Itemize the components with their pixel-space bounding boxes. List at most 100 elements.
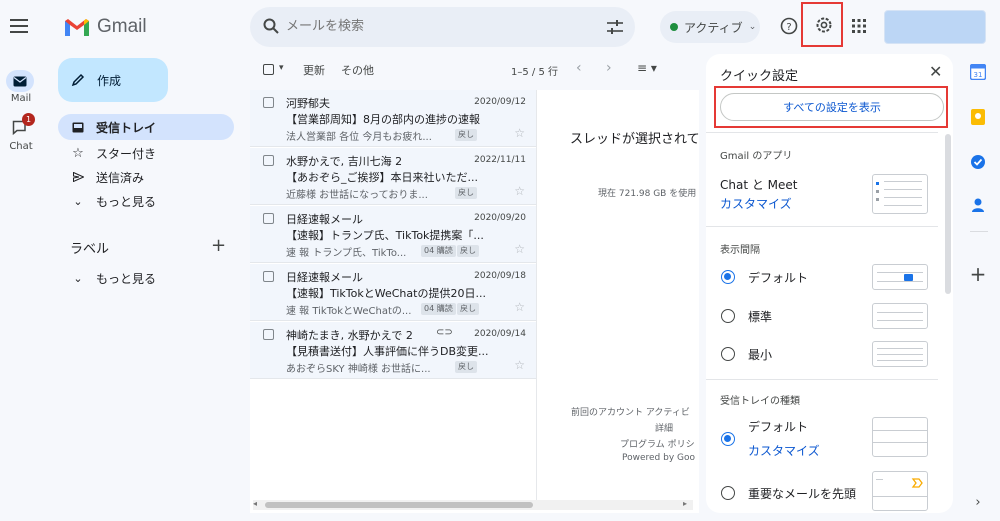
list-item[interactable]: 河野郁夫 2020/09/12 【営業部周知】8月の部内の進捗の速報 法人営業部… bbox=[250, 90, 536, 147]
list-item[interactable]: 神崎たまき, 水野かえで 2 ⊂⊃ 2020/09/14 【見積書送付】人事評価… bbox=[250, 322, 536, 379]
nav-item-sent[interactable]: 送信済み bbox=[58, 164, 234, 190]
email-snippet: 近藤様 お世話になっておりま... bbox=[286, 190, 428, 201]
select-dropdown-icon[interactable]: ▾ bbox=[279, 63, 284, 73]
gmail-logo[interactable]: Gmail bbox=[64, 14, 147, 40]
star-icon[interactable]: ☆ bbox=[514, 358, 525, 372]
scroll-left-icon[interactable]: ◂ bbox=[253, 499, 257, 508]
keep-icon[interactable] bbox=[966, 105, 990, 129]
expand-side-panel-icon[interactable]: › bbox=[966, 490, 990, 514]
nav-label: もっと見る bbox=[96, 271, 157, 286]
nav-label: 受信トレイ bbox=[96, 120, 157, 135]
last-activity-text: 前回のアカウント アクティビ bbox=[571, 408, 690, 418]
nav-label: 送信済み bbox=[96, 170, 145, 185]
status-selector[interactable]: アクティブ ⌄ bbox=[660, 11, 760, 43]
labels-more[interactable]: ⌄ もっと見る bbox=[58, 265, 234, 291]
inbox-type-heading: 受信トレイの種類 bbox=[720, 396, 800, 407]
chevron-down-icon: ⌄ bbox=[73, 271, 83, 285]
tasks-icon[interactable] bbox=[966, 150, 990, 174]
inbox-important-first-radio[interactable] bbox=[721, 486, 735, 500]
density-compact-preview bbox=[872, 341, 928, 367]
pane-divider[interactable] bbox=[536, 90, 537, 500]
label-tag: 戻し bbox=[455, 361, 477, 373]
app-name: Gmail bbox=[97, 16, 147, 37]
search-icon[interactable] bbox=[260, 15, 282, 37]
refresh-button[interactable]: 更新 bbox=[303, 62, 325, 78]
density-option-label: 標準 bbox=[748, 310, 773, 324]
search-options-icon[interactable] bbox=[604, 16, 626, 38]
nav-item-inbox[interactable]: 受信トレイ bbox=[58, 114, 234, 140]
get-addons-icon[interactable]: + bbox=[966, 262, 990, 286]
inbox-important-first-label: 重要なメールを先頭 bbox=[748, 487, 857, 501]
nav-item-starred[interactable]: ☆ スター付き bbox=[58, 140, 234, 166]
email-snippet: 速 報 TikTokとWeChatの... bbox=[286, 306, 412, 317]
star-icon[interactable]: ☆ bbox=[514, 300, 525, 314]
next-page-icon[interactable]: › bbox=[606, 60, 612, 76]
close-icon[interactable]: ✕ bbox=[929, 62, 942, 81]
split-pane-icon[interactable]: ≡ ▾ bbox=[637, 61, 657, 75]
status-label: アクティブ bbox=[684, 20, 743, 35]
add-label-icon[interactable]: + bbox=[211, 235, 226, 256]
divider bbox=[706, 226, 938, 227]
list-item[interactable]: 日経速報メール 2020/09/18 【速報】TikTokとWeChatの提供2… bbox=[250, 264, 536, 321]
email-subject: 【営業部周知】8月の部内の進捗の速報 bbox=[286, 113, 480, 126]
quick-settings-scrollbar[interactable] bbox=[945, 134, 951, 294]
details-link[interactable]: 詳細 bbox=[655, 421, 673, 434]
list-item[interactable]: 水野かえで, 吉川七海 2 2022/11/11 【あおぞら_ご挨拶】本日来社い… bbox=[250, 148, 536, 205]
pencil-icon bbox=[71, 73, 85, 87]
mail-rail-button[interactable] bbox=[6, 70, 34, 92]
help-icon[interactable]: ? bbox=[778, 15, 800, 37]
inbox-customize-link[interactable]: カスタマイズ bbox=[748, 442, 820, 459]
account-avatar[interactable] bbox=[884, 10, 986, 44]
search-input[interactable] bbox=[286, 12, 586, 40]
row-checkbox[interactable] bbox=[263, 155, 274, 166]
page-range: 1–5 / 5 行 bbox=[511, 67, 558, 78]
compose-button[interactable]: 作成 bbox=[58, 58, 168, 102]
select-all-checkbox[interactable] bbox=[263, 64, 274, 75]
inbox-default-radio[interactable] bbox=[721, 432, 735, 446]
star-icon[interactable]: ☆ bbox=[514, 184, 525, 198]
prev-page-icon[interactable]: ‹ bbox=[576, 60, 582, 76]
calendar-icon[interactable]: 31 bbox=[966, 60, 990, 84]
status-dot-icon bbox=[670, 23, 678, 31]
email-date: 2020/09/14 bbox=[474, 329, 526, 339]
label-tag: 04 購読 bbox=[421, 245, 456, 257]
star-icon[interactable]: ☆ bbox=[514, 242, 525, 256]
scrollbar-thumb[interactable] bbox=[265, 502, 533, 508]
label-tag: 04 購読 bbox=[421, 303, 456, 315]
row-checkbox[interactable] bbox=[263, 97, 274, 108]
divider bbox=[706, 379, 938, 380]
email-sender: 河野郁夫 bbox=[286, 97, 330, 110]
program-policy-link[interactable]: プログラム ポリシ bbox=[620, 437, 695, 450]
email-date: 2022/11/11 bbox=[474, 155, 526, 165]
email-subject: 【あおぞら_ご挨拶】本日来社いただ... bbox=[286, 171, 478, 184]
chat-meet-preview bbox=[872, 174, 928, 214]
density-option-label: デフォルト bbox=[748, 271, 809, 285]
storage-usage: 現在 721.98 GB を使用 bbox=[598, 189, 697, 199]
density-default-radio[interactable] bbox=[721, 270, 735, 284]
email-snippet: 法人営業部 各位 今月もお疲れ... bbox=[286, 132, 432, 143]
row-checkbox[interactable] bbox=[263, 213, 274, 224]
apps-customize-link[interactable]: カスタマイズ bbox=[720, 195, 792, 212]
email-snippet: あおぞらSKY 神崎様 お世話に... bbox=[286, 364, 431, 375]
scroll-right-icon[interactable]: ▸ bbox=[683, 499, 687, 508]
row-checkbox[interactable] bbox=[263, 329, 274, 340]
inbox-icon bbox=[71, 122, 85, 133]
list-item[interactable]: 日経速報メール 2020/09/20 【速報】トランプ氏、TikTok提携案「.… bbox=[250, 206, 536, 263]
more-options-button[interactable]: その他 bbox=[341, 62, 374, 78]
main-menu-icon[interactable] bbox=[8, 14, 32, 38]
see-all-settings-button[interactable]: すべての設定を表示 bbox=[720, 93, 944, 121]
row-checkbox[interactable] bbox=[263, 271, 274, 282]
gmail-m-icon bbox=[65, 19, 89, 36]
density-heading: 表示間隔 bbox=[720, 245, 760, 256]
send-icon bbox=[71, 172, 85, 182]
inbox-default-label: デフォルト bbox=[748, 420, 809, 434]
email-sender: 神崎たまき, 水野かえで 2 bbox=[286, 329, 413, 342]
google-apps-icon[interactable] bbox=[849, 16, 869, 36]
settings-gear-icon[interactable] bbox=[813, 14, 835, 36]
nav-item-more[interactable]: ⌄ もっと見る bbox=[58, 188, 234, 214]
horizontal-scrollbar[interactable]: ◂ ▸ bbox=[253, 499, 693, 510]
density-comfortable-radio[interactable] bbox=[721, 309, 735, 323]
density-compact-radio[interactable] bbox=[721, 347, 735, 361]
star-icon[interactable]: ☆ bbox=[514, 126, 525, 140]
contacts-icon[interactable] bbox=[966, 193, 990, 217]
